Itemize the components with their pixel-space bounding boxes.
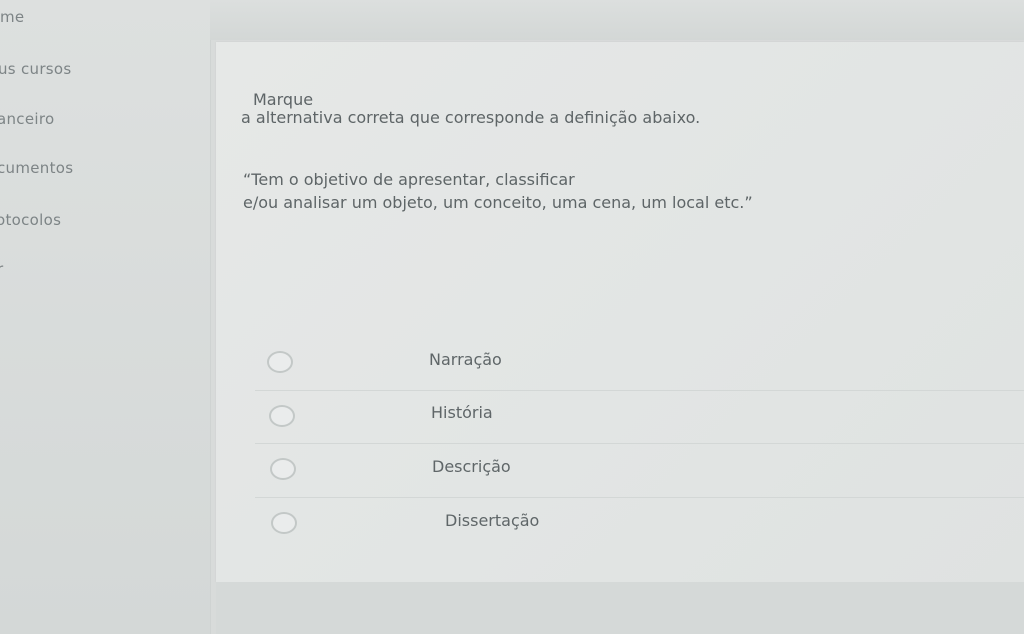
option-label: História — [431, 403, 493, 422]
sidebar: me us cursos anceiro cumentos otocolos r — [0, 0, 211, 634]
sidebar-item-financeiro[interactable]: anceiro — [0, 110, 54, 128]
option-divider — [255, 390, 1024, 391]
radio-button-icon[interactable] — [271, 512, 297, 534]
sidebar-item-home[interactable]: me — [0, 8, 24, 26]
question-prompt-line1: Marque — [253, 90, 314, 109]
question-prompt-line2: a alternativa correta que corresponde a … — [241, 108, 701, 127]
sidebar-item-cursos[interactable]: us cursos — [0, 60, 72, 78]
option-label: Narração — [429, 350, 502, 369]
question-quote-line2: e/ou analisar um objeto, um conceito, um… — [243, 193, 753, 212]
top-bar — [210, 0, 1024, 40]
option-label: Dissertação — [445, 511, 540, 530]
option-divider — [255, 443, 1024, 444]
radio-button-icon[interactable] — [269, 405, 295, 427]
radio-button-icon[interactable] — [267, 351, 293, 373]
option-dissertacao[interactable]: Dissertação — [255, 505, 1024, 559]
radio-button-icon[interactable] — [270, 458, 296, 480]
option-divider — [255, 497, 1024, 498]
sidebar-item-protocolos[interactable]: otocolos — [0, 211, 61, 229]
sidebar-item-other[interactable]: r — [0, 260, 3, 278]
question-quote-line1: “Tem o objetivo de apresentar, classific… — [243, 170, 575, 189]
card-footer — [216, 582, 1024, 634]
sidebar-item-documentos[interactable]: cumentos — [0, 159, 73, 177]
option-label: Descrição — [432, 457, 511, 476]
